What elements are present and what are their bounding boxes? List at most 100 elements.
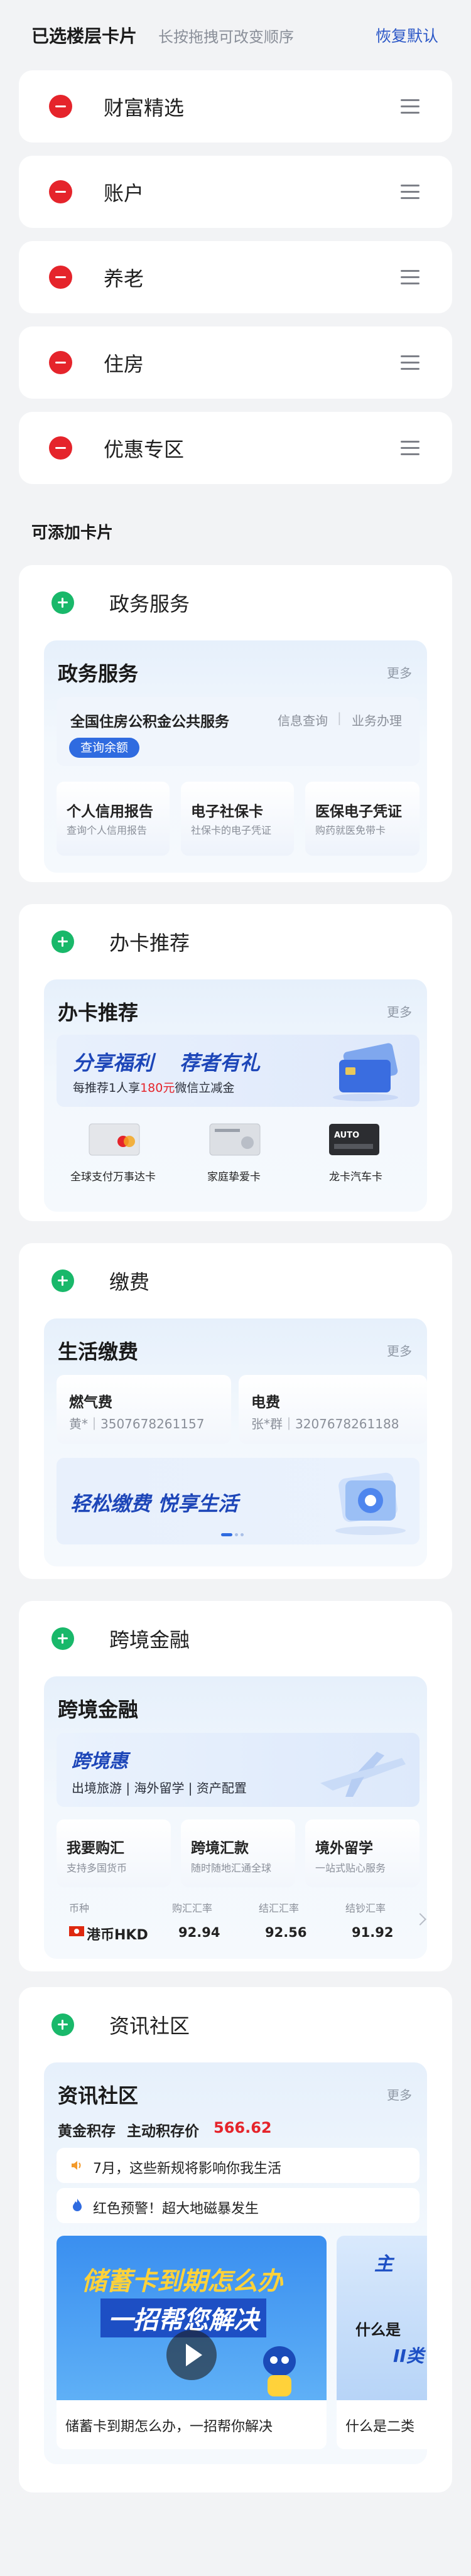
banner-h1: 分享福利 — [73, 1051, 154, 1075]
tile-title: 电子社保卡 — [191, 804, 263, 820]
remove-icon[interactable] — [49, 436, 72, 460]
carousel-dot-active — [221, 1533, 232, 1536]
remove-icon[interactable] — [49, 180, 72, 203]
drag-handle-icon[interactable] — [401, 99, 420, 114]
video-thumbnail: 储蓄卡到期怎么办 一招帮您解决 — [57, 2236, 327, 2400]
pay-banner: 轻松缴费 悦享生活 — [57, 1458, 420, 1544]
selected-row-offers[interactable]: 优惠专区 — [19, 412, 452, 484]
tile-title: 境外留学 — [315, 1840, 373, 1857]
remove-icon[interactable] — [49, 351, 72, 374]
fx-rate-table: 币种 购汇汇率 结汇汇率 结钞汇率 港币HKD 92.94 92.56 91.9… — [57, 1900, 427, 1951]
tile-sub: 一站式贴心服务 — [315, 1862, 386, 1874]
fx-currency: 港币HKD — [87, 1927, 148, 1943]
preview-title: 办卡推荐 — [58, 1001, 139, 1025]
more-link: 更多 — [387, 1005, 412, 1020]
add-icon[interactable] — [51, 591, 74, 614]
card-label: 跨境金融 — [109, 1628, 190, 1652]
remove-icon[interactable] — [49, 95, 72, 118]
tile-sub: 支持多国货币 — [67, 1862, 127, 1874]
drag-hint: 长按拖拽可改变顺序 — [158, 28, 295, 46]
tile-sub: 社保卡的电子凭证 — [191, 824, 272, 836]
addable-card-pay: 缴费 生活缴费 更多 燃气费 黄*｜3507678261157 电费 张*群｜3… — [19, 1243, 452, 1579]
tile-social-card: 电子社保卡 社保卡的电子凭证 — [181, 782, 294, 856]
bill-device-illustration-icon — [335, 1472, 406, 1535]
mascot-icon — [263, 2346, 296, 2396]
tile-buy-fx: 我要购汇 支持多国货币 — [57, 1819, 171, 1887]
reset-default-button[interactable]: 恢复默认 — [376, 24, 438, 46]
card-item-label: 全球支付万事达卡 — [70, 1171, 156, 1183]
banner-h2: 荐者有礼 — [180, 1051, 261, 1075]
cross-border-banner: 跨境惠 出境旅游 | 海外留学 | 资产配置 — [57, 1733, 420, 1807]
cross-border-preview: 跨境金融 跨境惠 出境旅游 | 海外留学 | 资产配置 我要购汇 支持多国货币 … — [44, 1676, 427, 1959]
preview-title: 资讯社区 — [58, 2084, 139, 2108]
tile-study-abroad: 境外留学 一站式贴心服务 — [305, 1819, 420, 1887]
thumb-line1: 主 — [374, 2253, 393, 2275]
thumb-line1: 储蓄卡到期怎么办 — [82, 2267, 283, 2296]
airplane-illustration-icon — [320, 1752, 406, 1797]
card-label: 资讯社区 — [109, 2014, 190, 2038]
selected-row-pension[interactable]: 养老 — [19, 241, 452, 313]
tile-title: 电费 — [251, 1394, 280, 1411]
add-icon[interactable] — [51, 2013, 74, 2036]
drag-handle-icon[interactable] — [401, 440, 420, 456]
add-icon[interactable] — [51, 1269, 74, 1292]
tile-credit-report: 个人信用报告 查询个人信用报告 — [57, 782, 170, 856]
gold-label: 黄金积存 — [58, 2123, 116, 2140]
row-label: 优惠专区 — [104, 437, 185, 461]
fire-icon — [73, 2199, 82, 2211]
drag-handle-icon[interactable] — [401, 184, 420, 200]
fx-cash-rate: 91.92 — [352, 1925, 394, 1940]
cards-preview: 办卡推荐 更多 分享福利 荐者有礼 每推荐1人享180元微信立减金 AUTO 全… — [44, 979, 427, 1212]
banner-title: 跨境惠 — [72, 1750, 128, 1772]
row-label: 养老 — [104, 266, 144, 291]
tile-remit: 跨境汇款 随时随地汇通全球 — [181, 1819, 295, 1887]
news-preview: 资讯社区 更多 黄金积存 主动积存价 566.62 7月，这些新规将影响你我生活… — [44, 2062, 427, 2464]
pay-preview: 生活缴费 更多 燃气费 黄*｜3507678261157 电费 张*群｜3207… — [44, 1318, 427, 1566]
play-icon[interactable] — [166, 2330, 217, 2380]
addable-card-gov: 政务服务 政务服务 更多 全国住房公积金公共服务 信息查询 | 业务办理 查询余… — [19, 565, 452, 882]
video-caption: 什么是二类 — [345, 2419, 415, 2435]
preview-title: 生活缴费 — [58, 1340, 139, 1364]
link-separator: | — [337, 710, 342, 725]
floor-card-settings-page: 已选楼层卡片 长按拖拽可改变顺序 恢复默认 财富精选 账户 养老 住房 优惠专区… — [0, 0, 471, 2576]
news-item: 红色预警！超大地磁暴发生 — [57, 2188, 420, 2223]
gas-bill-tile: 燃气费 黄*｜3507678261157 — [57, 1375, 231, 1444]
news-title: 红色预警！超大地磁暴发生 — [93, 2201, 259, 2217]
auto-card-icon: AUTO — [329, 1124, 379, 1155]
header: 已选楼层卡片 长按拖拽可改变顺序 恢复默认 — [0, 0, 471, 70]
selected-card-list: 财富精选 账户 养老 住房 优惠专区 — [0, 70, 471, 484]
card-label: 缴费 — [109, 1270, 150, 1294]
drag-handle-icon[interactable] — [401, 355, 420, 370]
video-caption: 储蓄卡到期怎么办，一招帮你解决 — [65, 2419, 273, 2435]
tile-title: 我要购汇 — [67, 1840, 124, 1857]
row-label: 账户 — [104, 181, 144, 205]
electric-bill-tile: 电费 张*群｜3207678261188 — [239, 1375, 427, 1444]
add-icon[interactable] — [51, 930, 74, 953]
addable-card-cards: 办卡推荐 办卡推荐 更多 分享福利 荐者有礼 每推荐1人享180元微信立减金 A… — [19, 904, 452, 1221]
row-label: 住房 — [104, 352, 144, 376]
carousel-dot — [241, 1533, 244, 1536]
selected-row-account[interactable]: 账户 — [19, 156, 452, 228]
auto-card-text: AUTO — [334, 1131, 359, 1140]
video-card-1: 储蓄卡到期怎么办 一招帮您解决 储蓄卡到期怎么办，一招帮你解决 — [57, 2236, 327, 2449]
remove-icon[interactable] — [49, 266, 72, 289]
selected-row-housing[interactable]: 住房 — [19, 326, 452, 399]
tile-title: 跨境汇款 — [191, 1840, 249, 1857]
gov-preview: 政务服务 更多 全国住房公积金公共服务 信息查询 | 业务办理 查询余额 个人信… — [44, 640, 427, 873]
card-item-label: 家庭挚爱卡 — [207, 1171, 261, 1183]
thumb-line3: II类 — [393, 2346, 424, 2366]
carousel-dot — [235, 1533, 238, 1536]
add-icon[interactable] — [51, 1627, 74, 1650]
video-thumbnail: 主 什么是 II类 — [337, 2236, 427, 2400]
tile-sub: 黄*｜3507678261157 — [69, 1416, 205, 1431]
housing-fund-panel: 全国住房公积金公共服务 信息查询 | 业务办理 查询余额 — [57, 697, 420, 766]
fund-link-business: 业务办理 — [352, 713, 402, 728]
news-item: 7月，这些新规将影响你我生活 — [57, 2148, 420, 2183]
drag-handle-icon[interactable] — [401, 269, 420, 285]
more-link: 更多 — [387, 1344, 412, 1359]
more-link: 更多 — [387, 2088, 412, 2103]
tile-sub: 随时随地汇通全球 — [191, 1862, 272, 1874]
card-label: 办卡推荐 — [109, 931, 190, 955]
preview-title: 跨境金融 — [58, 1698, 139, 1722]
selected-row-wealth[interactable]: 财富精选 — [19, 70, 452, 143]
